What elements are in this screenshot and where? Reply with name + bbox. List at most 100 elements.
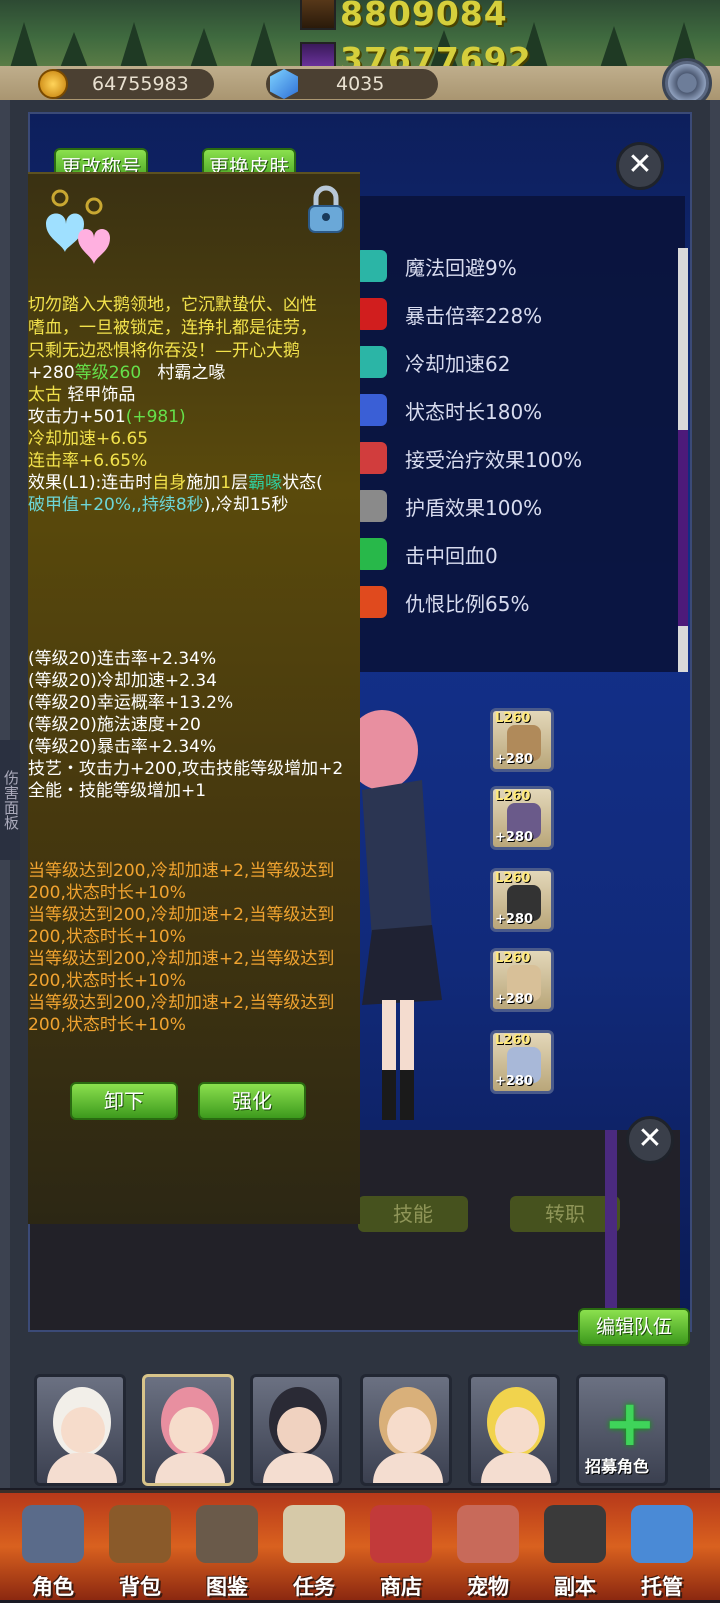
equipment-slot[interactable]: L260 +280 bbox=[490, 1030, 554, 1094]
bottom-nav: 角色 背包 图鉴 任务 商店 宠物 副本 托管 bbox=[0, 1490, 720, 1600]
character-portrait[interactable] bbox=[250, 1374, 342, 1486]
set-bonus-line: 当等级达到200,冷却加速+2,当等级达到 bbox=[28, 905, 335, 925]
equipment-level: L260 bbox=[495, 789, 531, 804]
nav-meat[interactable]: 宠物 bbox=[445, 1493, 531, 1603]
substat-line: (等级20)冷却加速+2.34 bbox=[28, 671, 217, 691]
skill-bonus-1: 技艺・攻击力+200,攻击技能等级增加+2 bbox=[28, 759, 344, 779]
portrait-face bbox=[169, 1407, 213, 1453]
equipment-slot[interactable]: L260 +280 bbox=[490, 868, 554, 932]
nav-backpack[interactable]: 背包 bbox=[97, 1493, 183, 1603]
attack-bonus: (+981) bbox=[125, 407, 186, 427]
portrait-body bbox=[481, 1453, 551, 1483]
skills-button[interactable]: 技能 bbox=[358, 1196, 468, 1232]
stat-label: 冷却加速62 bbox=[405, 351, 511, 376]
item-level-line: +280等级260 村霸之喙 bbox=[28, 362, 225, 384]
portrait-face bbox=[387, 1407, 431, 1453]
recruit-slot[interactable]: + 招募角色 bbox=[576, 1374, 668, 1486]
skull-icon bbox=[544, 1505, 606, 1563]
scroll-icon bbox=[283, 1505, 345, 1563]
equipment-slot[interactable]: L260 +280 bbox=[490, 948, 554, 1012]
equipment-level: L260 bbox=[495, 1033, 531, 1048]
set-bonus-line: 当等级达到200,冷却加速+2,当等级达到 bbox=[28, 949, 335, 969]
equipment-level: L260 bbox=[495, 871, 531, 886]
lower-scrollbar[interactable] bbox=[605, 1130, 617, 1324]
effect-line-2: 破甲值+20%,,持续8秒),冷却15秒 bbox=[28, 494, 288, 516]
stat-label: 护盾效果100% bbox=[405, 495, 543, 520]
portrait-face bbox=[61, 1407, 105, 1453]
skill-bonus-2: 全能・技能等级增加+1 bbox=[28, 781, 207, 801]
effect-line: 效果(L1):连击时自身施加1层霸喙状态( bbox=[28, 472, 323, 494]
score-row-1: 8809084 bbox=[300, 0, 508, 33]
equipment-level: L260 bbox=[495, 951, 531, 966]
stats-scroll-thumb[interactable] bbox=[678, 430, 688, 626]
coin-icon bbox=[38, 69, 68, 99]
nav-shop[interactable]: 商店 bbox=[358, 1493, 444, 1603]
magic-portrait-icon bbox=[300, 42, 336, 68]
calendar-icon bbox=[631, 1505, 693, 1563]
nav-helmet[interactable]: 角色 bbox=[10, 1493, 96, 1603]
stat-label: 状态时长180% bbox=[405, 399, 543, 424]
stat-row: 接受治疗效果100% bbox=[355, 438, 582, 478]
item-description: 切勿踏入大鹅领地，它沉默蛰伏、凶性 bbox=[28, 295, 317, 315]
equipment-enhance: +280 bbox=[495, 992, 534, 1007]
nav-book[interactable]: 图鉴 bbox=[184, 1493, 270, 1603]
stat-label: 暴击倍率228% bbox=[405, 303, 543, 328]
substat-line: (等级20)连击率+2.34% bbox=[28, 649, 217, 669]
score-value-1: 8809084 bbox=[340, 0, 508, 33]
substat-line: (等级20)施法速度+20 bbox=[28, 715, 201, 735]
effect-detail: 破甲值+20%,,持续8秒 bbox=[28, 495, 204, 515]
book-icon bbox=[196, 1505, 258, 1563]
damage-panel-tab[interactable]: 伤害面板 bbox=[0, 740, 20, 860]
monster-portrait-icon bbox=[300, 0, 336, 30]
stat-label: 仇恨比例65% bbox=[405, 591, 530, 616]
nav-skull[interactable]: 副本 bbox=[532, 1493, 618, 1603]
character-portrait[interactable] bbox=[142, 1374, 234, 1486]
character-portrait[interactable] bbox=[34, 1374, 126, 1486]
equipment-enhance: +280 bbox=[495, 912, 534, 927]
close-icon[interactable]: ✕ bbox=[616, 142, 664, 190]
item-rarity: 太古 bbox=[28, 385, 62, 405]
combo-stat: 连击率+6.65% bbox=[28, 451, 148, 471]
recruit-label: 招募角色 bbox=[585, 1457, 650, 1476]
transfer-button[interactable]: 转职 bbox=[510, 1196, 620, 1232]
portrait-body bbox=[47, 1453, 117, 1483]
set-bonus-line: 200,状态时长+10% bbox=[28, 971, 186, 991]
score-value-2: 37677692 bbox=[340, 39, 532, 69]
stat-row: 击中回血0 bbox=[355, 534, 498, 574]
nav-calendar[interactable]: 托管 bbox=[619, 1493, 705, 1603]
heart-earring-icon bbox=[46, 189, 110, 264]
equipment-slot[interactable]: L260 +280 bbox=[490, 786, 554, 850]
portrait-face bbox=[277, 1407, 321, 1453]
unequip-button[interactable]: 卸下 bbox=[70, 1082, 178, 1120]
effect-stacks: 1 bbox=[220, 473, 232, 493]
equipment-enhance: +280 bbox=[495, 1074, 534, 1089]
score-row-2: 37677692 bbox=[300, 39, 532, 69]
stat-label: 接受治疗效果100% bbox=[405, 447, 583, 472]
meat-icon bbox=[457, 1505, 519, 1563]
set-bonus-line: 200,状态时长+10% bbox=[28, 1015, 186, 1035]
gem-amount: 4035 bbox=[336, 73, 385, 95]
item-level: 等级260 bbox=[74, 363, 142, 383]
nav-label: 副本 bbox=[554, 1575, 596, 1599]
equipment-slot[interactable]: L260 +280 bbox=[490, 708, 554, 772]
equipment-enhance: +280 bbox=[495, 830, 534, 845]
close-icon[interactable]: ✕ bbox=[626, 1116, 674, 1164]
stat-row: 暴击倍率228% bbox=[355, 294, 542, 334]
character-portrait[interactable] bbox=[360, 1374, 452, 1486]
character-roster: + 招募角色 bbox=[30, 1374, 720, 1490]
effect-text: 状态( bbox=[282, 473, 323, 493]
hero-character bbox=[352, 710, 442, 1120]
shop-icon bbox=[370, 1505, 432, 1563]
portrait-body bbox=[373, 1453, 443, 1483]
lock-icon[interactable] bbox=[306, 184, 346, 234]
edit-team-button[interactable]: 编辑队伍 bbox=[578, 1308, 690, 1346]
enhance-button[interactable]: 强化 bbox=[198, 1082, 306, 1120]
item-tooltip: 切勿踏入大鹅领地，它沉默蛰伏、凶性 嗜血，一旦被锁定，连挣扎都是徒劳， 只剩无边… bbox=[28, 172, 360, 1224]
set-bonus-line: 当等级达到200,冷却加速+2,当等级达到 bbox=[28, 861, 335, 881]
nav-label: 托管 bbox=[641, 1575, 683, 1599]
character-portrait[interactable] bbox=[468, 1374, 560, 1486]
effect-text: 效果(L1):连击时 bbox=[28, 473, 153, 493]
item-type: 轻甲饰品 bbox=[67, 385, 136, 405]
nav-scroll[interactable]: 任务 bbox=[271, 1493, 357, 1603]
stat-label: 魔法回避9% bbox=[405, 255, 517, 280]
